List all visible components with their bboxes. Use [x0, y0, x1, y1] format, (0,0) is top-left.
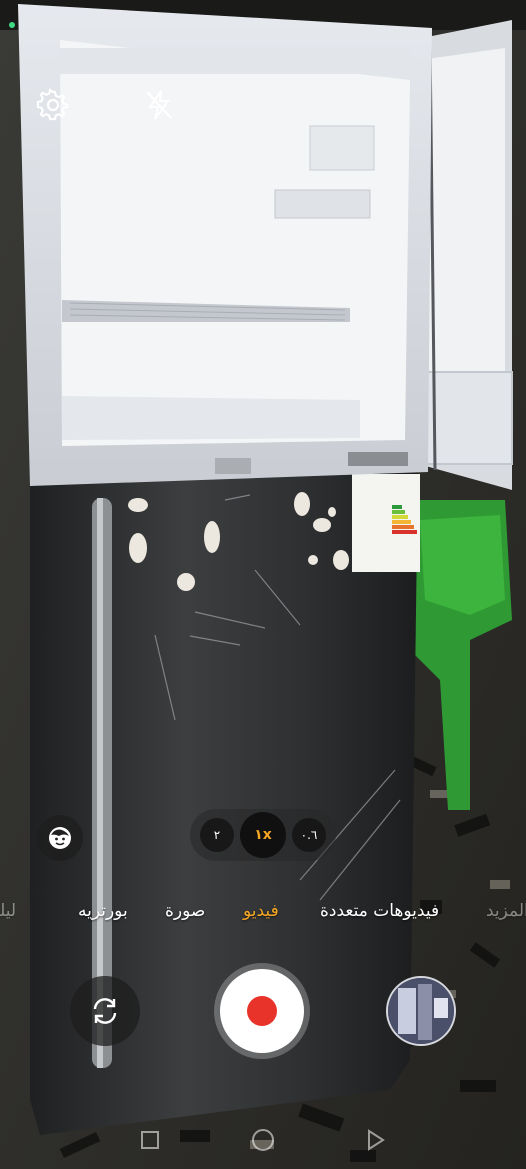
back-icon[interactable] [366, 1129, 386, 1151]
record-button[interactable] [214, 963, 310, 1059]
recents-icon[interactable] [141, 1131, 159, 1149]
mode-video[interactable]: فيديو [243, 901, 279, 921]
mode-photo[interactable]: صورة [165, 901, 205, 921]
camera-viewfinder[interactable]: ٢ ١x ٠.٦ ليلي بورتريه صورة فيديو فيديوها… [0, 0, 526, 1169]
gear-icon[interactable] [36, 88, 70, 122]
mode-night-partial[interactable]: ليلي [0, 901, 16, 921]
mode-more-partial[interactable]: المزيد [486, 901, 526, 921]
zoom-2x-button[interactable]: ٢ [200, 818, 234, 852]
gallery-thumbnail[interactable] [386, 976, 456, 1046]
zoom-1x-button[interactable]: ١x [240, 812, 286, 858]
mode-portrait[interactable]: بورتريه [78, 901, 128, 921]
record-button-inner [220, 969, 304, 1053]
zoom-selector: ٢ ١x ٠.٦ [190, 809, 336, 861]
zoom-06x-button[interactable]: ٠.٦ [292, 818, 326, 852]
home-icon[interactable] [252, 1129, 274, 1151]
record-dot-icon [247, 996, 277, 1026]
face-filter-icon[interactable] [37, 815, 83, 861]
status-indicator [9, 22, 15, 28]
mode-multi-video[interactable]: فيديوهات متعددة [320, 901, 439, 921]
switch-camera-button[interactable] [70, 976, 140, 1046]
switch-camera-icon [93, 998, 117, 1024]
flash-off-icon[interactable] [143, 88, 175, 122]
